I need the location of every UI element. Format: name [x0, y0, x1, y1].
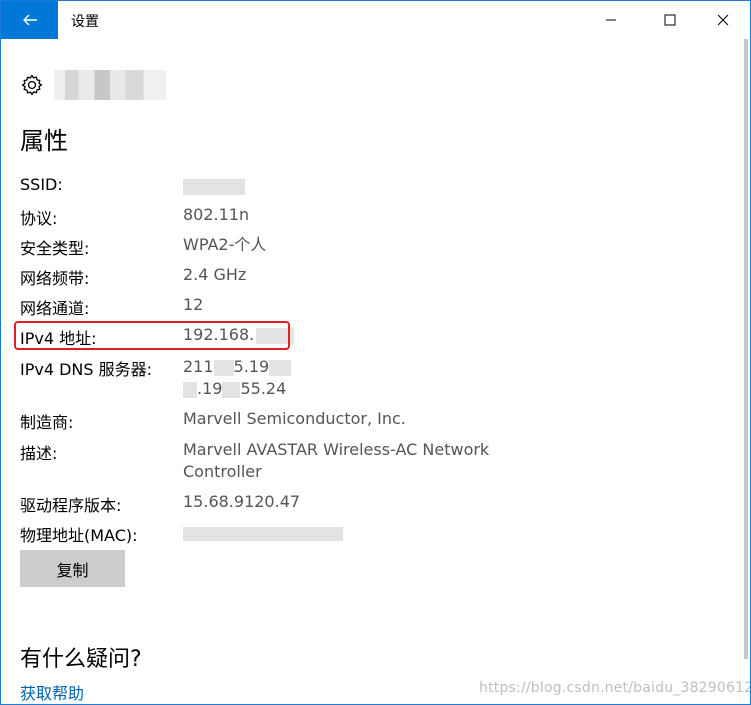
ssid-value	[183, 175, 245, 197]
mac-label: 物理地址(MAC):	[20, 526, 138, 545]
close-button[interactable]	[700, 1, 746, 39]
window-title: 设置	[71, 14, 99, 30]
network-name-blurred	[54, 70, 166, 100]
back-button[interactable]	[1, 1, 58, 39]
scrollbar[interactable]	[744, 39, 748, 659]
section-title: 属性	[20, 127, 68, 155]
arrow-left-icon	[22, 14, 37, 26]
security-type-value: WPA2-个人	[183, 235, 267, 254]
ipv4-highlight-box	[14, 321, 290, 350]
close-icon	[717, 14, 729, 26]
watermark: https://blog.csdn.net/baidu_38290612	[479, 680, 751, 696]
mac-value	[183, 522, 343, 544]
security-type-label: 安全类型:	[20, 239, 90, 258]
driver-version-label: 驱动程序版本:	[20, 496, 122, 515]
network-header	[20, 70, 166, 100]
get-help-link[interactable]: 获取帮助	[20, 680, 84, 704]
dns-server-2: .19 55.24	[183, 378, 291, 400]
manufacturer-label: 制造商:	[20, 413, 74, 432]
maximize-button[interactable]	[647, 1, 693, 39]
help-question: 有什么疑问?	[20, 647, 142, 672]
protocol-value: 802.11n	[183, 205, 250, 224]
dns-server-1: 211 5.19	[183, 356, 292, 378]
protocol-label: 协议:	[20, 209, 58, 228]
band-value: 2.4 GHz	[183, 265, 247, 284]
minimize-button[interactable]	[588, 1, 634, 39]
ssid-blurred	[183, 178, 245, 195]
minimize-icon	[606, 19, 616, 21]
copy-button[interactable]: 复制	[20, 550, 125, 587]
title-bar: 设置	[1, 1, 750, 39]
channel-value: 12	[183, 295, 204, 314]
settings-window: 设置 属性 SSID: 协议: 802.11n 安全类型: WPA2-个人 网络…	[0, 0, 751, 705]
mac-blurred	[183, 526, 343, 541]
description-label: 描述:	[20, 444, 58, 463]
gear-icon	[21, 74, 43, 96]
manufacturer-value: Marvell Semiconductor, Inc.	[183, 409, 406, 428]
driver-version-value: 15.68.9120.47	[183, 492, 301, 511]
band-label: 网络频带:	[20, 269, 90, 288]
channel-label: 网络通道:	[20, 299, 90, 318]
ssid-label: SSID:	[20, 175, 63, 194]
maximize-icon	[664, 14, 676, 26]
dns-label: IPv4 DNS 服务器:	[20, 360, 153, 379]
dns-value: 211 5.19 .19 55.24	[183, 356, 292, 400]
description-value: Marvell AVASTAR Wireless-AC Network Cont…	[183, 440, 490, 481]
